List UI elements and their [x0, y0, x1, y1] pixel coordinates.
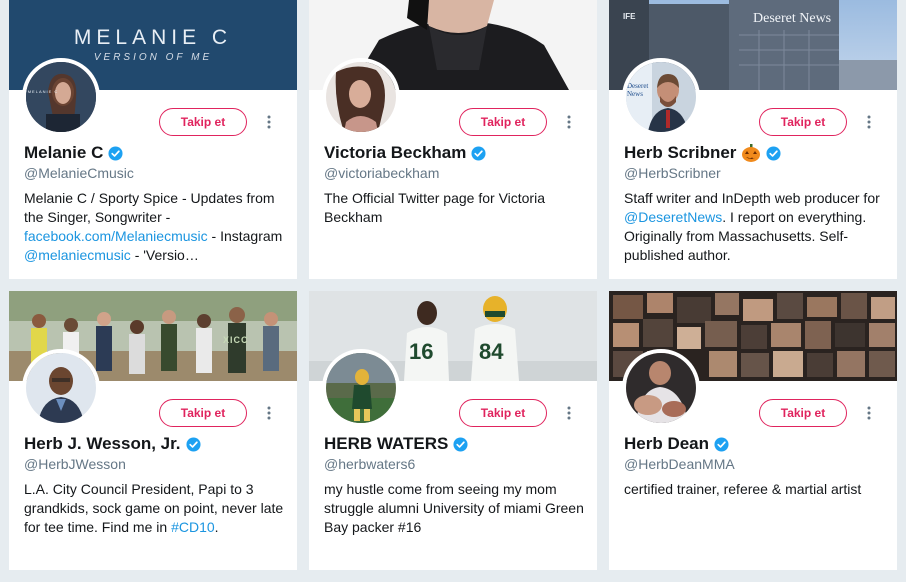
user-name[interactable]: Victoria Beckham: [324, 143, 466, 163]
avatar-image: [326, 353, 396, 423]
verified-badge-icon: [186, 436, 201, 452]
follow-button[interactable]: Takip et: [759, 399, 847, 427]
user-bio: The Official Twitter page for Victoria B…: [324, 189, 588, 227]
follow-button[interactable]: Takip et: [159, 108, 247, 136]
user-name-row: Herb Dean: [624, 434, 729, 454]
follow-button[interactable]: Takip et: [459, 399, 547, 427]
verified-badge-icon: [453, 436, 468, 452]
avatar[interactable]: [322, 58, 400, 136]
avatar-image: [326, 62, 396, 132]
user-bio: Staff writer and InDepth web producer fo…: [624, 189, 888, 265]
avatar[interactable]: [22, 349, 100, 427]
banner-sign: Deseret News: [753, 11, 832, 26]
avatar-image: [626, 353, 696, 423]
bio-text: certified trainer, referee & martial art…: [624, 481, 862, 497]
user-bio: certified trainer, referee & martial art…: [624, 480, 888, 499]
banner-title: MELANIE C: [73, 26, 233, 49]
user-card: XICC Takip et Herb J. Wesson, Jr. @HerbJ…: [9, 291, 297, 570]
avatar-image: [26, 62, 96, 132]
bio-text: The Official Twitter page for Victoria B…: [324, 190, 545, 225]
more-options-icon[interactable]: [863, 112, 875, 132]
user-handle[interactable]: @victoriabeckham: [324, 165, 439, 181]
more-options-icon[interactable]: [863, 403, 875, 423]
pumpkin-icon: [741, 143, 761, 163]
verified-badge-icon: [714, 436, 729, 452]
user-name[interactable]: HERB WATERS: [324, 434, 448, 454]
avatar[interactable]: [322, 349, 400, 427]
user-name[interactable]: Herb J. Wesson, Jr.: [24, 434, 181, 454]
bio-mention-link[interactable]: @melaniecmusic: [24, 247, 131, 263]
user-card: Takip et Victoria Beckham @victoriabeckh…: [309, 0, 597, 279]
user-handle[interactable]: @MelanieCmusic: [24, 165, 134, 181]
verified-badge-icon: [108, 145, 123, 161]
banner-sign-secondary: IFE: [623, 12, 636, 21]
bio-mention-link[interactable]: @DeseretNews: [624, 209, 722, 225]
banner-shirt-text: XICC: [223, 335, 249, 345]
more-options-icon[interactable]: [563, 112, 575, 132]
avatar[interactable]: Deseret News: [622, 58, 700, 136]
bio-hashtag-link[interactable]: #CD10: [171, 519, 215, 535]
bio-text: - 'Versio…: [130, 247, 199, 263]
bio-text: Melanie C / Sporty Spice - Updates from …: [24, 190, 275, 225]
bio-text: Staff writer and InDepth web producer fo…: [624, 190, 880, 206]
user-bio: my hustle come from seeing my mom strugg…: [324, 480, 588, 537]
user-name[interactable]: Herb Scribner: [624, 143, 736, 163]
user-name-row: HERB WATERS: [324, 434, 468, 454]
more-options-icon[interactable]: [263, 403, 275, 423]
follow-button[interactable]: Takip et: [159, 399, 247, 427]
follow-button[interactable]: Takip et: [759, 108, 847, 136]
avatar[interactable]: [622, 349, 700, 427]
more-options-icon[interactable]: [563, 403, 575, 423]
more-options-icon[interactable]: [263, 112, 275, 132]
follow-button[interactable]: Takip et: [459, 108, 547, 136]
avatar[interactable]: MELANIE C: [22, 58, 100, 136]
user-name-row: Melanie C: [24, 143, 123, 163]
bio-link[interactable]: facebook.com/Melaniecmusic: [24, 228, 208, 244]
jersey-number: 16: [409, 339, 434, 364]
user-name-row: Victoria Beckham: [324, 143, 486, 163]
user-bio: L.A. City Council President, Papi to 3 g…: [24, 480, 288, 537]
avatar-caption: Deseret News: [627, 82, 649, 98]
user-card: 16 84 Takip et HERB WATERS @herbwaters6 …: [309, 291, 597, 570]
bio-text: L.A. City Council President, Papi to 3 g…: [24, 481, 284, 535]
bio-text: my hustle come from seeing my mom strugg…: [324, 481, 584, 535]
verified-badge-icon: [766, 145, 781, 161]
verified-badge-icon: [471, 145, 486, 161]
avatar-image: [26, 353, 96, 423]
user-name-row: Herb Scribner: [624, 143, 781, 163]
user-bio: Melanie C / Sporty Spice - Updates from …: [24, 189, 288, 265]
user-card: Takip et Herb Dean @HerbDeanMMA certifie…: [609, 291, 897, 570]
bio-text: .: [214, 519, 219, 535]
user-handle[interactable]: @HerbJWesson: [24, 456, 126, 472]
user-handle[interactable]: @HerbDeanMMA: [624, 456, 735, 472]
user-name[interactable]: Melanie C: [24, 143, 103, 163]
user-card: Deseret News IFE Deseret News Takip et H…: [609, 0, 897, 279]
avatar-caption: MELANIE C: [27, 89, 59, 94]
jersey-number: 84: [479, 339, 504, 364]
user-name-row: Herb J. Wesson, Jr.: [24, 434, 201, 454]
bio-text: - Instagram: [207, 228, 283, 244]
user-handle[interactable]: @herbwaters6: [324, 456, 415, 472]
user-handle[interactable]: @HerbScribner: [624, 165, 721, 181]
user-name[interactable]: Herb Dean: [624, 434, 709, 454]
user-card: MELANIE C VERSION OF ME MELANIE C Takip …: [9, 0, 297, 279]
